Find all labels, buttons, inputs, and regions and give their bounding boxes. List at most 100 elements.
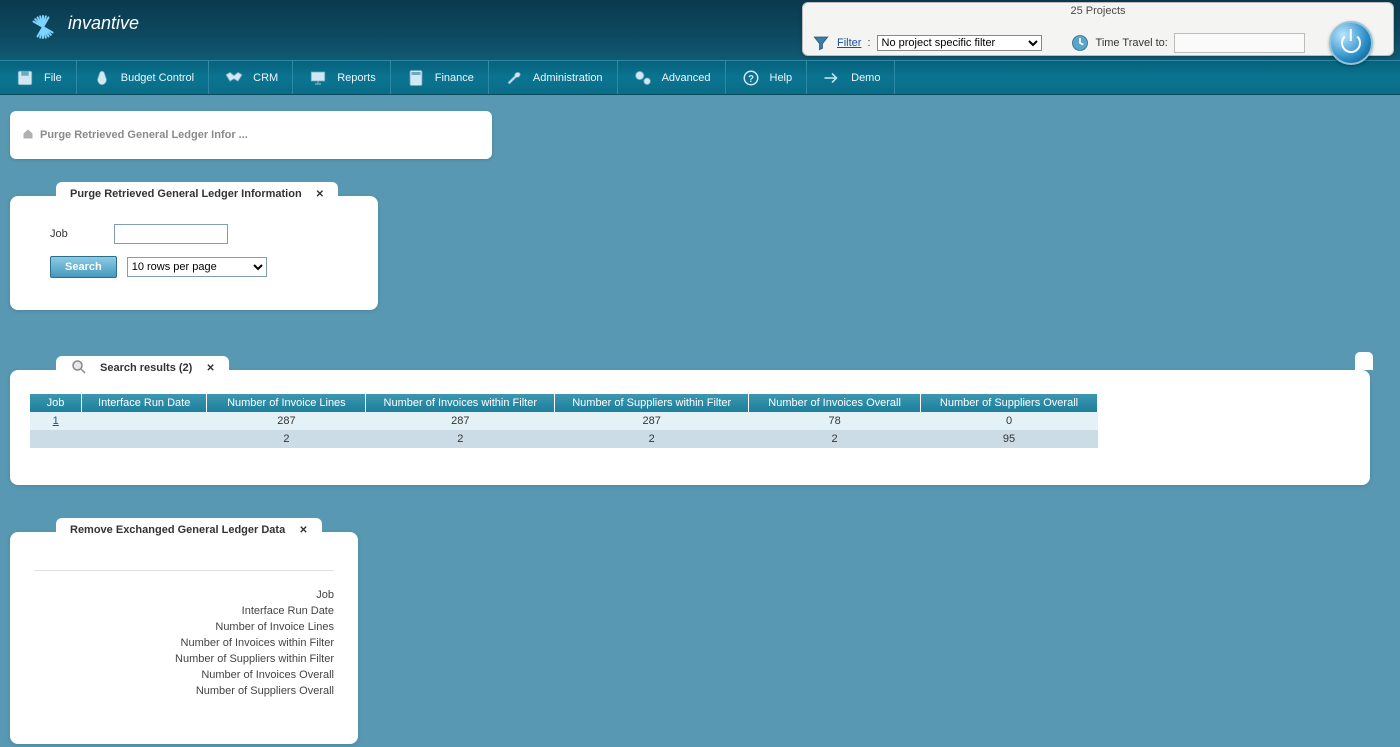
results-table: Job Interface Run Date Number of Invoice… <box>30 394 1098 448</box>
remove-section-tab[interactable]: Remove Exchanged General Ledger Data ✕ <box>56 518 322 542</box>
brand-logo: invantive <box>28 5 139 41</box>
logo-burst-icon <box>28 5 64 41</box>
remove-field-label: Job <box>34 587 334 603</box>
cell-invoicesOverall: 78 <box>749 412 921 430</box>
menu-label: CRM <box>253 72 278 84</box>
purge-title: Purge Retrieved General Ledger Informati… <box>70 188 302 200</box>
remove-field-label: Interface Run Date <box>34 603 334 619</box>
job-link[interactable]: 1 <box>53 415 59 427</box>
rows-per-page-select[interactable]: 10 rows per page <box>127 257 267 277</box>
funnel-icon <box>811 33 831 53</box>
demo-icon <box>821 67 843 89</box>
remove-field-label: Number of Invoices within Filter <box>34 635 334 651</box>
colon: : <box>867 37 870 49</box>
breadcrumb-text: Purge Retrieved General Ledger Infor ... <box>40 129 248 141</box>
time-travel-input[interactable] <box>1174 33 1305 53</box>
chevron-up-icon: ✕ <box>299 525 307 536</box>
projects-count: 25 Projects <box>803 3 1393 17</box>
menu-label: Budget Control <box>121 72 194 84</box>
cell-job: 1 <box>30 412 81 430</box>
filter-link[interactable]: Filter <box>837 37 861 49</box>
question-icon: ? <box>740 67 762 89</box>
menu-file[interactable]: File <box>0 61 77 94</box>
menu-label: Reports <box>337 72 376 84</box>
cell-suppliersOverall: 0 <box>921 412 1098 430</box>
menu-advanced[interactable]: Advanced <box>618 61 726 94</box>
cell-invoicesFilter: 287 <box>366 412 555 430</box>
money-bag-icon <box>91 67 113 89</box>
search-button[interactable]: Search <box>50 256 117 278</box>
disk-icon <box>14 67 36 89</box>
menu-label: Help <box>770 72 793 84</box>
menu-help[interactable]: ? Help <box>726 61 808 94</box>
cell-job <box>30 430 81 448</box>
col-suppliers-filter: Number of Suppliers within Filter <box>555 394 749 412</box>
cell-invoicesOverall: 2 <box>749 430 921 448</box>
col-suppliers-overall: Number of Suppliers Overall <box>921 394 1098 412</box>
top-panel: 25 Projects Filter : No project specific… <box>802 2 1394 56</box>
remove-field-label: Number of Invoice Lines <box>34 619 334 635</box>
remove-field-label: Number of Suppliers within Filter <box>34 651 334 667</box>
calculator-icon <box>405 67 427 89</box>
menu-budget-control[interactable]: Budget Control <box>77 61 209 94</box>
menu-crm[interactable]: CRM <box>209 61 293 94</box>
home-icon <box>22 128 34 143</box>
menu-demo[interactable]: Demo <box>807 61 895 94</box>
cell-suppliersOverall: 95 <box>921 430 1098 448</box>
menu-label: Advanced <box>662 72 711 84</box>
main-menu: File Budget Control CRM Reports Finance … <box>0 60 1400 95</box>
cell-runDate <box>81 430 206 448</box>
purge-section: Purge Retrieved General Ledger Informati… <box>10 196 378 310</box>
purge-section-tab[interactable]: Purge Retrieved General Ledger Informati… <box>56 182 338 206</box>
cell-invoicesFilter: 2 <box>366 430 555 448</box>
table-row: 1287287287780 <box>30 412 1098 430</box>
filter-select[interactable]: No project specific filter <box>877 35 1042 51</box>
results-corner <box>1355 352 1373 370</box>
clock-globe-icon <box>1070 33 1090 53</box>
col-invoices-overall: Number of Invoices Overall <box>749 394 921 412</box>
cell-invoiceLines: 2 <box>207 430 366 448</box>
menu-label: Administration <box>533 72 603 84</box>
remove-section: Remove Exchanged General Ledger Data ✕ J… <box>10 532 358 744</box>
results-title: Search results (2) <box>100 362 192 374</box>
presentation-icon <box>307 67 329 89</box>
menu-label: Demo <box>851 72 880 84</box>
col-invoice-lines: Number of Invoice Lines <box>207 394 366 412</box>
results-section-tab[interactable]: Search results (2) ✕ <box>56 356 229 380</box>
app-header: invantive 25 Projects Filter : No projec… <box>0 0 1400 60</box>
remove-field-list: JobInterface Run DateNumber of Invoice L… <box>34 587 334 699</box>
job-input[interactable] <box>114 224 228 244</box>
job-label: Job <box>50 228 90 240</box>
col-job: Job <box>30 394 81 412</box>
cell-suppliersFilter: 2 <box>555 430 749 448</box>
remove-title: Remove Exchanged General Ledger Data <box>70 524 285 536</box>
breadcrumb: Purge Retrieved General Ledger Infor ... <box>10 111 492 159</box>
col-run-date: Interface Run Date <box>81 394 206 412</box>
menu-label: File <box>44 72 62 84</box>
remove-field-label: Number of Suppliers Overall <box>34 683 334 699</box>
results-section: Search results (2) ✕ Job Interface Run D… <box>10 370 1370 485</box>
cell-invoiceLines: 287 <box>207 412 366 430</box>
time-travel-label: Time Travel to: <box>1096 37 1168 49</box>
table-row: 222295 <box>30 430 1098 448</box>
handshake-icon <box>223 67 245 89</box>
table-header-row: Job Interface Run Date Number of Invoice… <box>30 394 1098 412</box>
menu-label: Finance <box>435 72 474 84</box>
wrench-icon <box>503 67 525 89</box>
remove-field-label: Number of Invoices Overall <box>34 667 334 683</box>
chevron-up-icon: ✕ <box>316 189 324 200</box>
chevron-up-icon: ✕ <box>206 363 214 374</box>
gears-icon <box>632 67 654 89</box>
divider <box>34 570 334 571</box>
power-icon <box>1341 33 1361 53</box>
col-invoices-filter: Number of Invoices within Filter <box>366 394 555 412</box>
power-button[interactable] <box>1329 21 1373 65</box>
brand-name: invantive <box>68 13 139 34</box>
cell-suppliersFilter: 287 <box>555 412 749 430</box>
menu-finance[interactable]: Finance <box>391 61 489 94</box>
menu-administration[interactable]: Administration <box>489 61 618 94</box>
cell-runDate <box>81 412 206 430</box>
menu-reports[interactable]: Reports <box>293 61 391 94</box>
magnifier-icon <box>70 358 88 379</box>
svg-text:?: ? <box>748 73 754 84</box>
